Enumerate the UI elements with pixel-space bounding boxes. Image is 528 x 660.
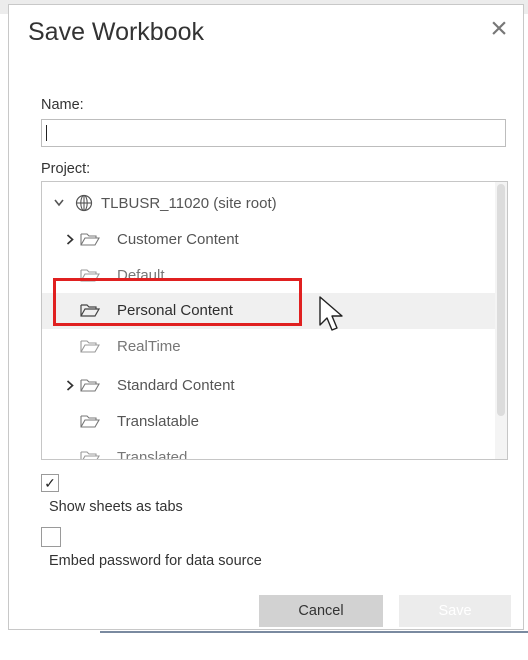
close-icon[interactable]: × [486,14,512,44]
cancel-button[interactable]: Cancel [259,595,383,627]
folder-icon [80,304,100,317]
tree-item-translatable[interactable]: Translatable [42,404,497,440]
folder-icon [80,233,100,246]
tree-item-label: Standard Content [117,377,235,394]
folder-icon [80,379,100,392]
folder-icon [80,415,100,428]
tree-item-customer-content[interactable]: Customer Content [42,222,497,258]
tree-item-standard-content[interactable]: Standard Content [42,368,497,404]
text-caret [46,125,47,141]
tree-root-row[interactable]: TLBUSR_11020 (site root) [42,186,497,222]
tree-item-personal-content[interactable]: Personal Content [42,293,497,329]
project-label: Project: [41,161,91,177]
tree-scrollbar[interactable] [495,182,507,459]
tree-item-label: RealTime [117,338,181,355]
save-button[interactable]: Save [399,595,511,627]
tree-item-label: Default [117,267,165,284]
tree-item-label: Customer Content [117,231,239,248]
show-sheets-as-tabs-checkbox[interactable]: ✓ [41,474,59,492]
globe-icon [75,194,93,212]
tree-item-realtime[interactable]: RealTime [42,329,497,365]
dialog-title: Save Workbook [28,18,205,46]
tree-root-label: TLBUSR_11020 (site root) [101,195,277,212]
tree-item-label: Translated [117,449,188,460]
tree-item-default[interactable]: Default [42,258,497,294]
folder-icon [80,269,100,282]
project-tree[interactable]: TLBUSR_11020 (site root) Customer Conten… [41,181,508,460]
mouse-pointer-icon [319,296,343,331]
embed-password-label: Embed password for data source [49,553,262,569]
tree-item-label: Personal Content [117,302,233,319]
tree-item-label: Translatable [117,413,199,430]
show-sheets-as-tabs-label: Show sheets as tabs [49,499,183,515]
background-window-edge [100,631,528,633]
folder-icon [80,451,100,459]
folder-icon [80,340,100,353]
name-label: Name: [41,97,84,113]
chevron-right-icon[interactable] [66,234,74,245]
embed-password-checkbox[interactable] [41,527,61,547]
name-field[interactable] [41,119,506,147]
chevron-right-icon[interactable] [66,380,74,391]
chevron-down-icon[interactable] [54,199,64,207]
tree-scrollbar-thumb[interactable] [497,184,505,416]
tree-item-translated[interactable]: Translated [42,440,497,460]
